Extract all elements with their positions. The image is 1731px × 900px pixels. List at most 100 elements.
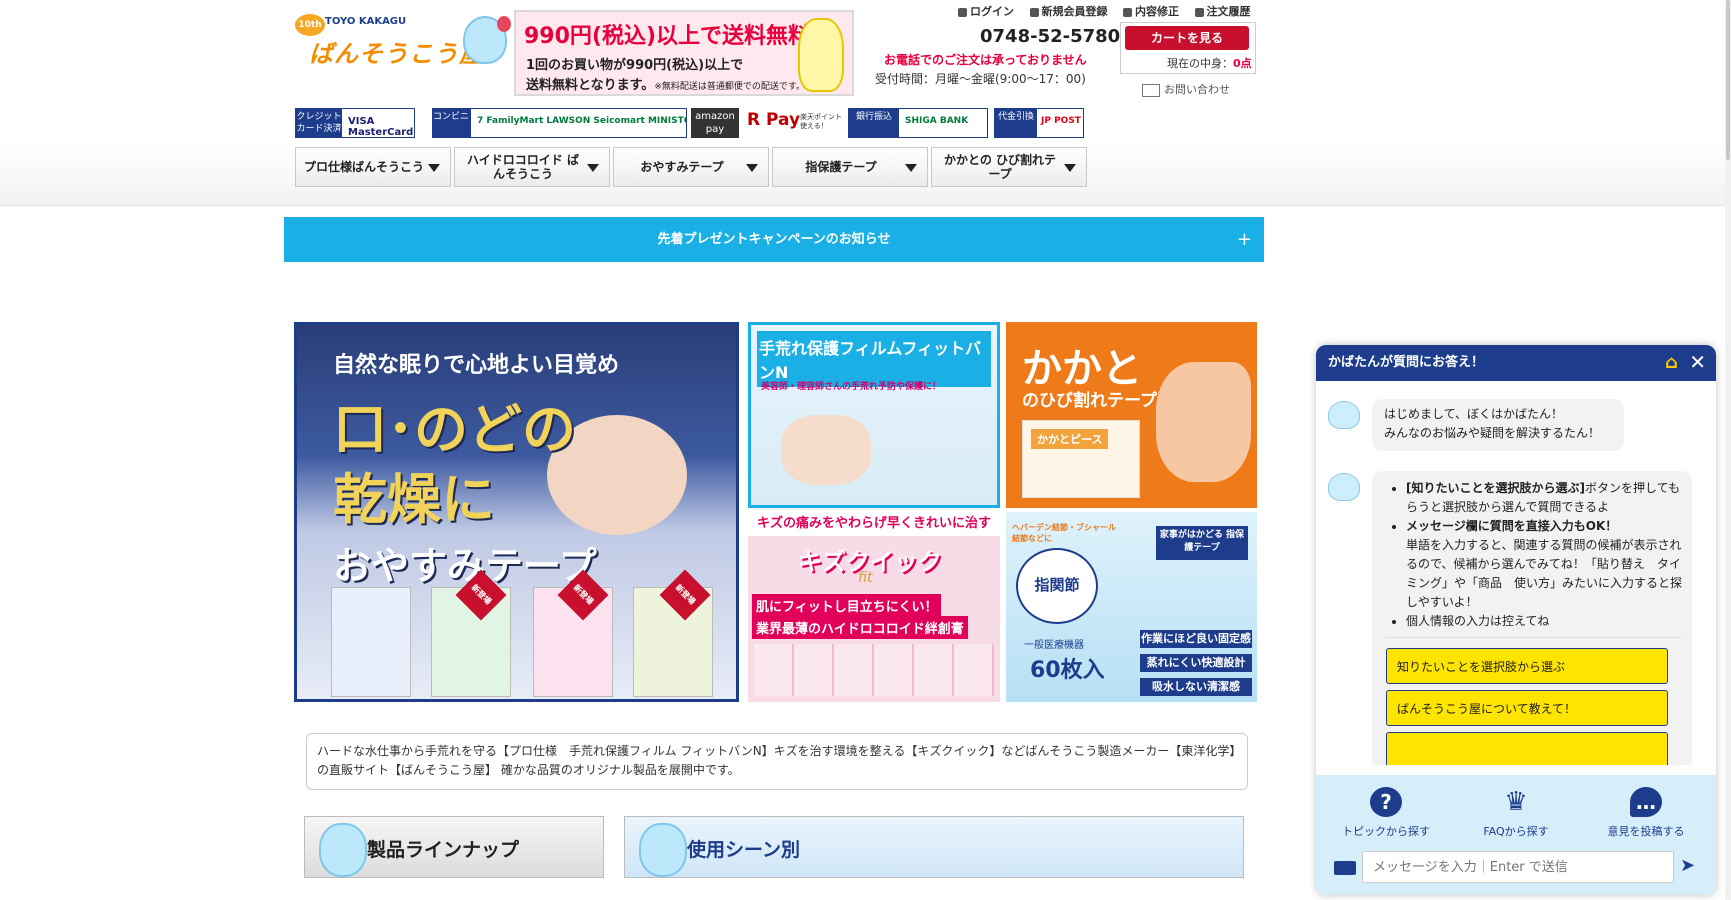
sleep-banner-line1: 口･のどの (333, 398, 576, 461)
heel-tape-banner[interactable]: かかと のひび割れテープ かかとピース (1006, 322, 1257, 508)
shipping-line-3: 送料無料となります。※無料配送は普通郵便での配送です。 (526, 78, 805, 93)
keyboard-icon[interactable] (1334, 861, 1356, 875)
kizuquick-logo: キズクイック (798, 548, 942, 576)
kizuquick-fit-label: fit (858, 570, 873, 586)
question-icon: ? (1370, 787, 1402, 817)
caret-down-icon (428, 164, 440, 172)
payment-credit-label: クレジット カード決済 (296, 109, 342, 137)
post-feedback-button[interactable]: … 意見を投稿する (1586, 787, 1706, 839)
sleep-tape-banner[interactable]: 自然な眠りで心地よい目覚め 口･のどの 乾燥に おやすみテープ 新登場 新登場 … (294, 322, 739, 702)
payment-cod: 代金引換 JP POST (994, 108, 1084, 138)
register-link[interactable]: 新規会員登録 (1029, 5, 1108, 18)
chatbot-header: かばたんが質問にお答え！ ⌂ ✕ (1316, 345, 1716, 381)
fitban-film-banner[interactable]: 手荒れ保護フィルムフィットバンN 美容師・理容師さんの手荒れ予防や保護に！ (748, 322, 1000, 508)
nav-label: 指保護テープ (805, 160, 877, 174)
payment-konbini-label: コンビニ 決済 (433, 109, 490, 137)
balloon-icon (497, 16, 511, 32)
finger-tape-banner[interactable]: ヘバーデン結節・ブシャール結節などに 指関節 家事がはかどる 指保護テープ 一般… (1006, 512, 1257, 702)
heel-package-label: かかとピース (1031, 429, 1109, 449)
chatbot-title: かばたんが質問にお答え！ (1328, 355, 1485, 370)
tip-item: メッセージ欄に質問を直接入力もOK！単語を入力すると、関連する質問の候補が表示さ… (1406, 517, 1682, 612)
phone-number: 0748-52-5780 (980, 26, 1121, 47)
nav-pro-bandage[interactable]: プロ仕様ばんそうこう (295, 147, 451, 187)
chatbot-messages[interactable]: はじめまして、ぼくはかばたん！ みんなのお悩みや疑問を解決するたん！ [知りたい… (1316, 381, 1716, 765)
kizuquick-banner[interactable]: キズの痛みをやわらげ早くきれいに治す キズクイック fit 肌にフィットし目立ち… (748, 512, 1000, 702)
free-shipping-banner[interactable]: 990円(税込)以上で送料無料 1回のお買い物が990円(税込)以上で 送料無料… (514, 10, 854, 96)
caret-down-icon (746, 164, 758, 172)
faq-search-button[interactable]: ♛ FAQから探す (1456, 787, 1576, 839)
heel-image (1156, 362, 1251, 482)
hand-image (781, 415, 871, 485)
pencil-icon (1123, 7, 1132, 17)
nav-label: ハイドロコロイド ばんそうこう (467, 153, 579, 181)
kizuquick-packages-image (754, 644, 994, 696)
chatbot-tips-message: [知りたいことを選択肢から選ぶ]ボタンを押してもらうと選択肢から選んで質問できる… (1372, 471, 1692, 765)
order-history-link[interactable]: 注文履歴 (1194, 5, 1251, 18)
crown-icon: ♛ (1504, 787, 1528, 817)
hippo-avatar-icon (1328, 473, 1360, 501)
general-medical-device-label: 一般医療機器 (1024, 640, 1084, 651)
edit-profile-link[interactable]: 内容修正 (1123, 5, 1179, 18)
product-lineup-label: 製品ラインナップ (367, 839, 520, 861)
payment-konbini: コンビニ 決済 7 FamilyMart LAWSON Seicomart MI… (432, 108, 687, 138)
lock-icon (958, 7, 967, 17)
send-icon[interactable]: ➤ (1680, 855, 1702, 877)
caret-down-icon (1064, 164, 1076, 172)
nav-heel-tape[interactable]: かかとの ひび割れテープ (931, 147, 1087, 187)
topic-search-button[interactable]: ? トピックから探す (1326, 787, 1446, 839)
close-icon[interactable]: ✕ (1689, 351, 1706, 373)
site-logo[interactable]: 10th TOYO KAKAGU ばんそうこう屋 (295, 14, 511, 68)
tip-item: [知りたいことを選択肢から選ぶ]ボタンを押してもらうと選択肢から選んで質問できる… (1406, 479, 1682, 517)
payment-bank-transfer: 銀行振込 SHIGA BANK (848, 108, 988, 138)
about-store-button[interactable]: ばんそうこう屋について教えて！ (1386, 690, 1668, 726)
login-link[interactable]: ログイン (958, 5, 1014, 18)
finger-count: 60枚入 (1030, 658, 1105, 683)
contact-link[interactable]: お問い合わせ (1142, 81, 1230, 97)
finger-feature: 蒸れにくい快適設計 (1140, 654, 1252, 672)
kizuquick-line1: 肌にフィットし目立ちにくい！ (752, 594, 942, 617)
payment-cod-label: 代金引換 (995, 109, 1037, 137)
use-scene-button[interactable]: 使用シーン別 (624, 816, 1244, 878)
user-icon (1029, 7, 1039, 17)
sleep-banner-subtitle: 自然な眠りで心地よい目覚め (333, 353, 620, 378)
nav-label: かかとの ひび割れテープ (943, 153, 1057, 181)
use-scene-label: 使用シーン別 (687, 839, 801, 861)
scrollbar-thumb[interactable] (1726, 0, 1730, 160)
caret-down-icon (587, 164, 599, 172)
finger-feature: 吸水しない清潔感 (1140, 678, 1252, 696)
campaign-label: 先着プレゼントキャンペーンのお知らせ (657, 232, 891, 247)
jp-post-logo-icon: JP POST (1041, 116, 1081, 126)
home-icon[interactable]: ⌂ (1665, 353, 1678, 373)
choose-from-options-button[interactable]: 知りたいことを選択肢から選ぶ (1386, 648, 1668, 684)
envelope-icon (1142, 83, 1160, 97)
heel-subtitle: のひび割れテープ (1022, 391, 1157, 411)
page-scrollbar[interactable] (1725, 0, 1731, 900)
product-package-image (331, 587, 411, 697)
tip-item: 個人情報の入力は控えてね (1406, 612, 1682, 631)
plus-icon: + (1236, 229, 1252, 250)
finger-feature: 作業にほど良い固定感 (1140, 630, 1252, 648)
nav-label: プロ仕様ばんそうこう (304, 160, 425, 174)
product-lineup-button[interactable]: 製品ラインナップ (304, 816, 604, 878)
hippo-avatar-icon (1328, 401, 1360, 429)
view-cart-button[interactable]: カートを見る (1125, 26, 1249, 50)
nav-label: おやすみテープ (640, 160, 724, 174)
sleep-banner-line2: 乾燥に (333, 468, 495, 531)
mascot-illustration-icon (798, 18, 844, 92)
document-icon (1194, 7, 1204, 17)
chat-message-input[interactable] (1362, 851, 1674, 883)
nav-sleep-tape[interactable]: おやすみテープ (613, 147, 769, 187)
chat-choice-button[interactable] (1386, 732, 1668, 765)
nav-hydrocolloid[interactable]: ハイドロコロイド ばんそうこう (454, 147, 610, 187)
speech-bubble-icon: … (1630, 787, 1662, 817)
site-description: ハードな水仕事から手荒れを守る【プロ仕様 手荒れ保護フィルム フィットバンN】キ… (306, 733, 1248, 790)
site-name: ばんそうこう屋 (309, 40, 484, 68)
chatbot-widget: かばたんが質問にお答え！ ⌂ ✕ はじめまして、ぼくはかばたん！ みんなのお悩み… (1316, 345, 1716, 895)
no-phone-orders-notice: お電話でのご注文は承っておりません (884, 53, 1087, 67)
sleep-banner-line3: おやすみテープ (333, 544, 597, 588)
shipping-note: ※無料配送は普通郵便での配送です。 (654, 82, 805, 92)
campaign-accordion[interactable]: 先着プレゼントキャンペーンのお知らせ + (284, 217, 1264, 262)
account-links: ログイン 新規会員登録 内容修正 注文履歴 (958, 3, 1263, 19)
nav-finger-tape[interactable]: 指保護テープ (772, 147, 928, 187)
shipping-line-2: 1回のお買い物が990円(税込)以上で (526, 58, 744, 73)
